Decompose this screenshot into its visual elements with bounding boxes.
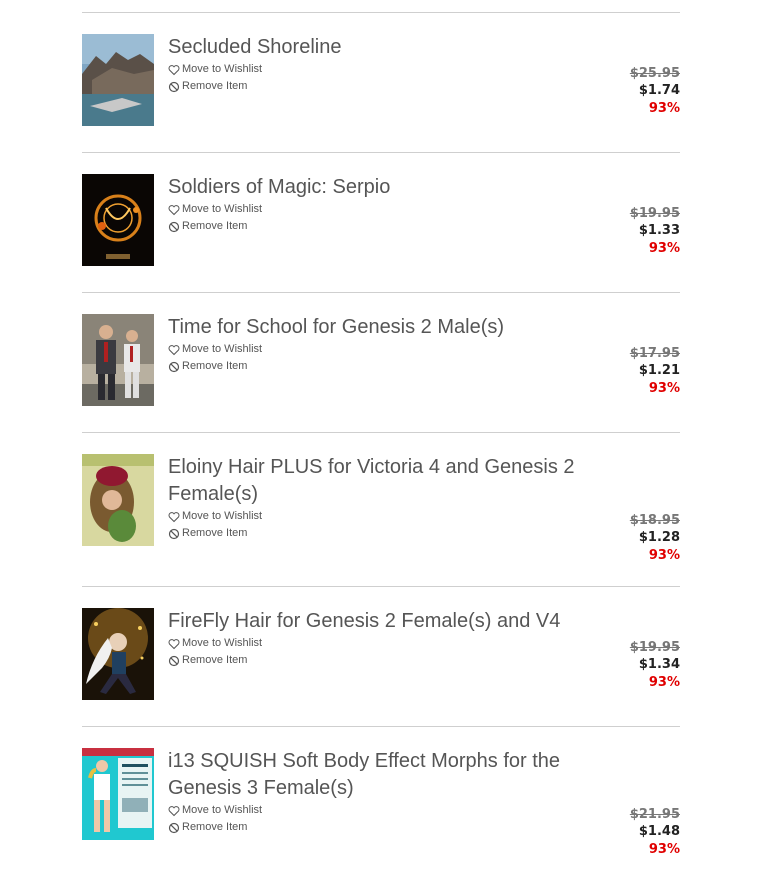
- wishlist-label: Move to Wishlist: [182, 510, 263, 522]
- price-block: $19.95 $1.33 93%: [630, 205, 680, 257]
- heart-icon: [168, 344, 180, 356]
- heart-icon: [168, 805, 180, 817]
- remove-item-link[interactable]: Remove Item: [168, 78, 598, 95]
- product-title[interactable]: Secluded Shoreline: [168, 34, 598, 61]
- heart-icon: [168, 638, 180, 650]
- sale-price: $1.34: [638, 657, 680, 672]
- move-to-wishlist-link[interactable]: Move to Wishlist: [168, 802, 598, 819]
- remove-item-link[interactable]: Remove Item: [168, 819, 598, 836]
- move-to-wishlist-link[interactable]: Move to Wishlist: [168, 508, 598, 525]
- product-thumbnail[interactable]: [82, 314, 154, 406]
- product-title[interactable]: FireFly Hair for Genesis 2 Female(s) and…: [168, 608, 598, 635]
- divider: [82, 292, 680, 293]
- original-price: $25.95: [629, 66, 680, 81]
- discount-percent: 93%: [648, 675, 680, 690]
- move-to-wishlist-link[interactable]: Move to Wishlist: [168, 61, 598, 78]
- original-price: $17.95: [629, 346, 680, 361]
- remove-label: Remove Item: [182, 821, 248, 833]
- wishlist-label: Move to Wishlist: [182, 804, 263, 816]
- move-to-wishlist-link[interactable]: Move to Wishlist: [168, 341, 598, 358]
- sale-price: $1.48: [638, 824, 680, 839]
- divider: [82, 726, 680, 727]
- divider: [82, 12, 680, 13]
- move-to-wishlist-link[interactable]: Move to Wishlist: [168, 201, 598, 218]
- product-thumbnail[interactable]: [82, 748, 154, 840]
- wishlist-label: Move to Wishlist: [182, 637, 263, 649]
- move-to-wishlist-link[interactable]: Move to Wishlist: [168, 635, 598, 652]
- product-thumbnail[interactable]: [82, 608, 154, 700]
- product-title[interactable]: Soldiers of Magic: Serpio: [168, 174, 598, 201]
- product-thumbnail[interactable]: [82, 34, 154, 126]
- original-price: $19.95: [629, 206, 680, 221]
- product-thumbnail[interactable]: [82, 454, 154, 546]
- discount-percent: 93%: [648, 241, 680, 256]
- product-title[interactable]: Time for School for Genesis 2 Male(s): [168, 314, 598, 341]
- heart-icon: [168, 511, 180, 523]
- remove-item-link[interactable]: Remove Item: [168, 525, 598, 542]
- original-price: $19.95: [629, 640, 680, 655]
- original-price: $18.95: [629, 513, 680, 528]
- ban-icon: [168, 81, 180, 93]
- remove-label: Remove Item: [182, 360, 248, 372]
- wishlist-label: Move to Wishlist: [182, 63, 263, 75]
- product-title[interactable]: i13 SQUISH Soft Body Effect Morphs for t…: [168, 748, 598, 802]
- discount-percent: 93%: [648, 381, 680, 396]
- divider: [82, 586, 680, 587]
- ban-icon: [168, 528, 180, 540]
- ban-icon: [168, 221, 180, 233]
- discount-percent: 93%: [648, 842, 680, 857]
- product-title[interactable]: Eloiny Hair PLUS for Victoria 4 and Gene…: [168, 454, 598, 508]
- ban-icon: [168, 655, 180, 667]
- discount-percent: 93%: [648, 101, 680, 116]
- sale-price: $1.33: [638, 223, 680, 238]
- heart-icon: [168, 204, 180, 216]
- wishlist-label: Move to Wishlist: [182, 343, 263, 355]
- remove-item-link[interactable]: Remove Item: [168, 652, 598, 669]
- price-block: $17.95 $1.21 93%: [630, 345, 680, 397]
- divider: [82, 152, 680, 153]
- sale-price: $1.28: [638, 530, 680, 545]
- remove-label: Remove Item: [182, 654, 248, 666]
- price-block: $21.95 $1.48 93%: [630, 806, 680, 858]
- remove-label: Remove Item: [182, 80, 248, 92]
- original-price: $21.95: [629, 807, 680, 822]
- sale-price: $1.74: [638, 83, 680, 98]
- price-block: $25.95 $1.74 93%: [630, 65, 680, 117]
- product-thumbnail[interactable]: [82, 174, 154, 266]
- price-block: $18.95 $1.28 93%: [630, 512, 680, 564]
- sale-price: $1.21: [638, 363, 680, 378]
- ban-icon: [168, 822, 180, 834]
- discount-percent: 93%: [648, 548, 680, 563]
- remove-item-link[interactable]: Remove Item: [168, 218, 598, 235]
- wishlist-label: Move to Wishlist: [182, 203, 263, 215]
- ban-icon: [168, 361, 180, 373]
- remove-item-link[interactable]: Remove Item: [168, 358, 598, 375]
- price-block: $19.95 $1.34 93%: [630, 639, 680, 691]
- remove-label: Remove Item: [182, 527, 248, 539]
- remove-label: Remove Item: [182, 220, 248, 232]
- heart-icon: [168, 64, 180, 76]
- divider: [82, 432, 680, 433]
